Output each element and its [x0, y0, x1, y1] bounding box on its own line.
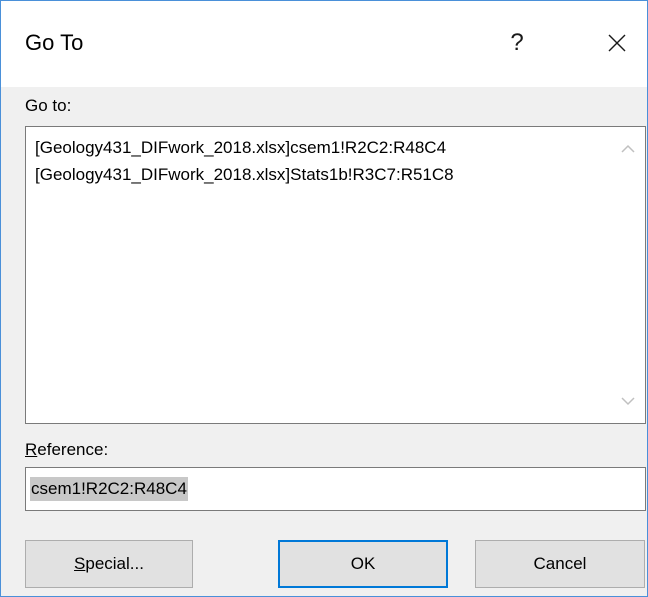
reference-label-mnemonic: R	[25, 440, 38, 459]
help-button[interactable]: ?	[487, 15, 547, 71]
cancel-button[interactable]: Cancel	[475, 540, 645, 588]
goto-list-items: [Geology431_DIFwork_2018.xlsx]csem1!R2C2…	[35, 134, 605, 188]
chevron-up-icon	[621, 144, 635, 153]
goto-label: Go to:	[25, 96, 72, 115]
scroll-up-button[interactable]	[611, 137, 645, 161]
title-bar: Go To ?	[1, 1, 647, 87]
dialog-title: Go To	[25, 30, 84, 55]
reference-label: Reference:	[25, 440, 108, 460]
special-button-mnemonic: S	[74, 554, 86, 573]
list-item[interactable]: [Geology431_DIFwork_2018.xlsx]Stats1b!R3…	[35, 161, 605, 188]
close-icon	[608, 34, 626, 52]
list-item[interactable]: [Geology431_DIFwork_2018.xlsx]csem1!R2C2…	[35, 134, 605, 161]
ok-button[interactable]: OK	[278, 540, 448, 588]
close-button[interactable]	[587, 15, 647, 71]
chevron-down-icon	[621, 397, 635, 406]
vertical-scrollbar[interactable]	[611, 127, 645, 423]
reference-input[interactable]: csem1!R2C2:R48C4	[25, 467, 646, 511]
goto-list[interactable]: [Geology431_DIFwork_2018.xlsx]csem1!R2C2…	[25, 126, 646, 424]
reference-value: csem1!R2C2:R48C4	[30, 477, 188, 501]
reference-label-rest: eference:	[37, 440, 109, 459]
special-button-rest: pecial...	[85, 554, 144, 573]
goto-dialog: Go To ? Go to: [Geology431_DIFwork_2018.…	[0, 0, 648, 597]
scroll-down-button[interactable]	[611, 389, 645, 413]
special-button[interactable]: Special...	[25, 540, 193, 588]
